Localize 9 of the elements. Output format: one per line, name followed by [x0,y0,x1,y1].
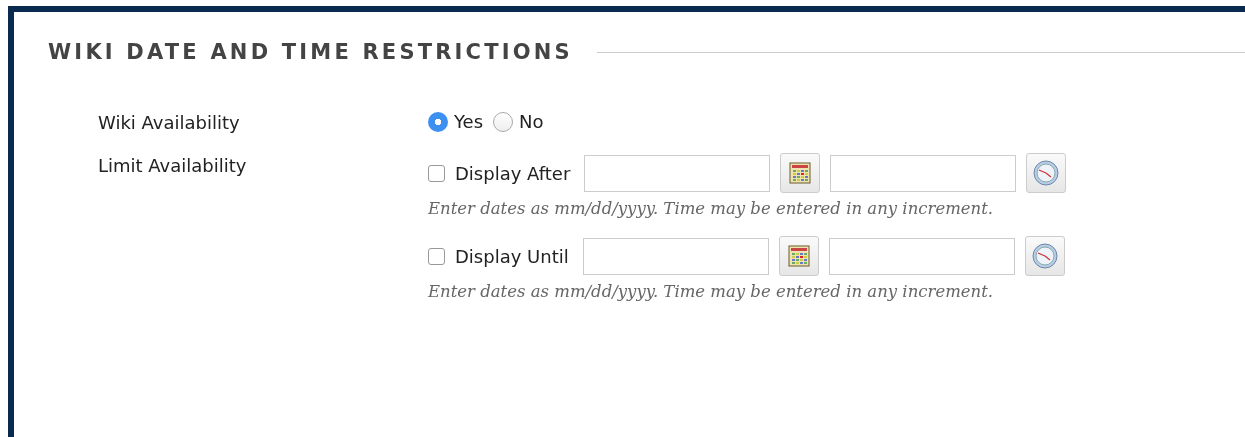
checkbox-label: Display After [455,162,571,184]
checkbox-label: Display Until [455,245,569,267]
hint-text: Enter dates as mm/dd/yyyy. Time may be entered in any increment. [428,199,995,218]
field-label: Wiki Availability [98,111,241,133]
hint-text: Enter dates as mm/dd/yyyy. Time may be entered in any increment. [428,282,995,301]
radio-label: No [519,111,544,132]
section-title: WIKI DATE AND TIME RESTRICTIONS [48,40,573,64]
field-label: Limit Availability [98,154,248,178]
radio-label: Yes [454,111,484,132]
